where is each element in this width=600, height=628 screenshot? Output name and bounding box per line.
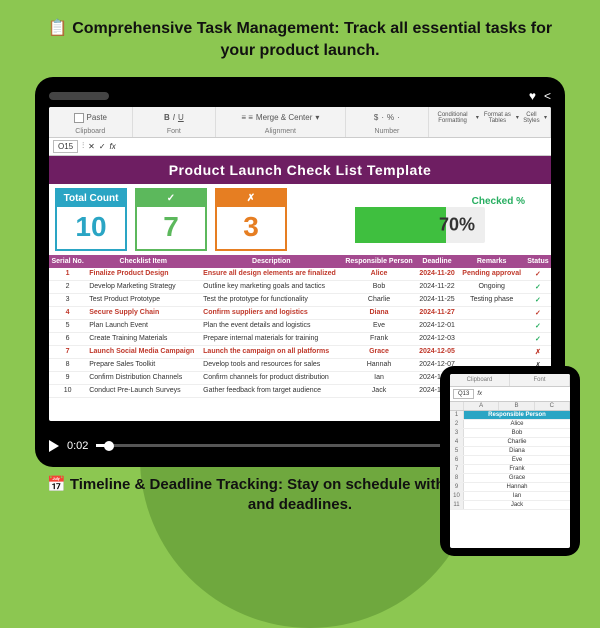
tablet-camera-pill xyxy=(49,92,109,100)
list-item[interactable]: 2Alice xyxy=(450,420,570,429)
share-icon[interactable]: < xyxy=(544,89,551,103)
column-header[interactable]: Serial No. xyxy=(49,255,86,268)
list-item[interactable]: 9Hannah xyxy=(450,483,570,492)
video-current-time: 0:02 xyxy=(67,440,88,452)
table-row[interactable]: 6Create Training MaterialsPrepare intern… xyxy=(49,332,551,345)
column-header[interactable]: Remarks xyxy=(458,255,524,268)
excel-ribbon: Paste Clipboard B I U Font ≡ ≡ Merge & C… xyxy=(49,107,551,138)
heart-icon[interactable]: ♥ xyxy=(529,89,536,103)
percent-card: Checked % 70% xyxy=(295,188,545,251)
list-item[interactable]: 6Eve xyxy=(450,456,570,465)
column-header[interactable]: Status xyxy=(525,255,551,268)
list-item[interactable]: 11Jack xyxy=(450,501,570,510)
play-icon[interactable] xyxy=(49,440,59,452)
ribbon-font[interactable]: B I U Font xyxy=(133,107,217,137)
column-header[interactable]: Description xyxy=(200,255,342,268)
formula-bar[interactable]: O15 ⫶✕✓ fx xyxy=(49,138,551,156)
table-row[interactable]: 3Test Product PrototypeTest the prototyp… xyxy=(49,293,551,306)
table-row[interactable]: 5Plan Launch EventPlan the event details… xyxy=(49,319,551,332)
list-item[interactable]: 10Ian xyxy=(450,492,570,501)
column-header[interactable]: Deadline xyxy=(416,255,459,268)
small-tablet-frame: ClipboardFont Q13fx ABC 1Responsible Per… xyxy=(440,366,580,556)
formula-bar-small[interactable]: Q13fx xyxy=(450,387,570,402)
list-item[interactable]: 1Responsible Person xyxy=(450,411,570,420)
list-item[interactable]: 8Grace xyxy=(450,474,570,483)
fx-label: fx xyxy=(110,142,116,151)
table-row[interactable]: 7Launch Social Media CampaignLaunch the … xyxy=(49,345,551,358)
list-item[interactable]: 3Bob xyxy=(450,429,570,438)
column-header[interactable]: Checklist Item xyxy=(86,255,200,268)
table-row[interactable]: 2Develop Marketing StrategyOutline key m… xyxy=(49,280,551,293)
headline-text: 📋 Comprehensive Task Management: Track a… xyxy=(0,18,600,63)
column-header[interactable]: Responsible Person xyxy=(342,255,415,268)
table-row[interactable]: 4Secure Supply ChainConfirm suppliers an… xyxy=(49,306,551,319)
sheet-title: Product Launch Check List Template xyxy=(49,156,551,184)
ribbon-alignment[interactable]: ≡ ≡ Merge & Center ▾ Alignment xyxy=(216,107,345,137)
stats-row: Total Count10 ✓7 ✗3 Checked % 70% xyxy=(49,184,551,255)
done-count-card: ✓7 xyxy=(135,188,207,251)
ribbon-number[interactable]: $ · % · Number xyxy=(346,107,430,137)
list-item[interactable]: 5Diana xyxy=(450,447,570,456)
ribbon-styles[interactable]: Conditional Formatting ▾ Format as Table… xyxy=(429,107,551,137)
total-count-card: Total Count10 xyxy=(55,188,127,251)
table-row[interactable]: 1Finalize Product DesignEnsure all desig… xyxy=(49,268,551,281)
list-item[interactable]: 7Frank xyxy=(450,465,570,474)
ribbon-clipboard[interactable]: Paste Clipboard xyxy=(49,107,133,137)
list-item[interactable]: 4Charlie xyxy=(450,438,570,447)
ribbon-small[interactable]: ClipboardFont xyxy=(450,374,570,387)
cell-reference: O15 xyxy=(53,140,78,153)
pending-count-card: ✗3 xyxy=(215,188,287,251)
